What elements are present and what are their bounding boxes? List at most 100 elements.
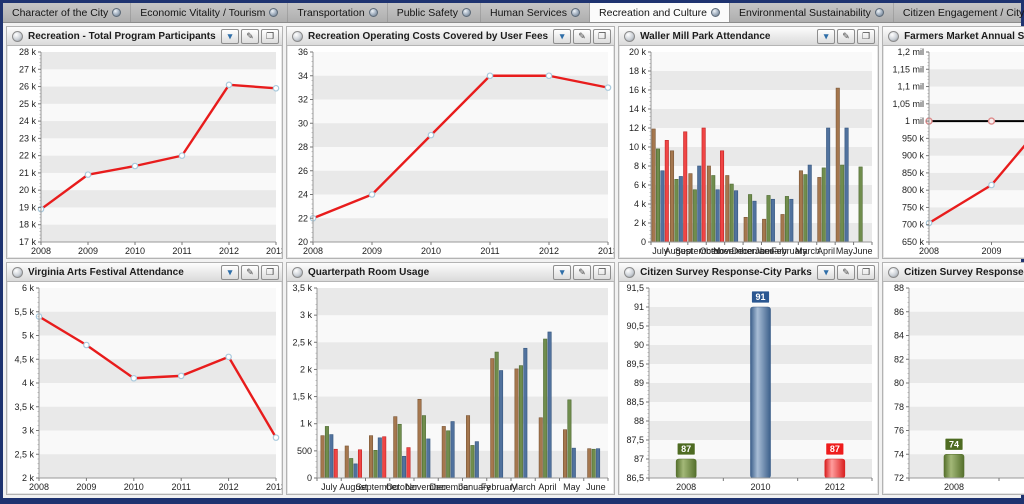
- svg-text:23 k: 23 k: [19, 133, 37, 143]
- svg-text:2,5 k: 2,5 k: [14, 449, 34, 459]
- svg-text:4,5 k: 4,5 k: [14, 354, 34, 364]
- annotate-button[interactable]: ✎: [241, 29, 259, 44]
- svg-text:6 k: 6 k: [634, 180, 647, 190]
- drilldown-icon: ▾: [824, 267, 829, 277]
- chart-canvas[interactable]: 650 k700 k750 k800 k850 k900 k950 k1 mil…: [883, 46, 1024, 258]
- tab-label: Economic Vitality / Tourism: [140, 7, 265, 19]
- panel-title: Citizen Survey Response-Recreation Cente…: [904, 267, 1024, 278]
- chart-canvas[interactable]: 748683727476788082848688200820102012: [883, 282, 1024, 494]
- svg-text:June: June: [586, 482, 606, 492]
- chart-sphere-icon: [292, 31, 303, 42]
- maximize-button[interactable]: ❐: [593, 29, 611, 44]
- chart-sphere-icon: [292, 267, 303, 278]
- drilldown-icon: ▾: [228, 31, 233, 41]
- svg-text:88: 88: [634, 416, 644, 426]
- svg-text:84: 84: [894, 331, 904, 341]
- svg-text:76: 76: [894, 426, 904, 436]
- dashboard-tabbar: Character of the City Economic Vitality …: [3, 3, 1021, 23]
- svg-text:88: 88: [894, 283, 904, 293]
- tab-status-icon: [269, 8, 278, 17]
- svg-text:2009: 2009: [78, 246, 98, 256]
- chart-canvas[interactable]: 87918786,58787,58888,58989,59090,59191,5…: [619, 282, 878, 494]
- svg-text:72: 72: [894, 473, 904, 483]
- chart-canvas[interactable]: 05001 k1,5 k2 k2,5 k3 k3,5 kJulyAugustSe…: [287, 282, 614, 494]
- annotate-button[interactable]: ✎: [837, 29, 855, 44]
- chart-canvas[interactable]: 02 k4 k6 k8 k10 k12 k14 k16 k18 k20 kJul…: [619, 46, 878, 258]
- svg-text:2013: 2013: [598, 246, 614, 256]
- annotate-button[interactable]: ✎: [241, 265, 259, 280]
- tab-label: Transportation: [297, 7, 364, 19]
- svg-text:74: 74: [894, 449, 904, 459]
- svg-text:14 k: 14 k: [629, 104, 647, 114]
- maximize-button[interactable]: ❐: [261, 265, 279, 280]
- tab-environmental-sustainability[interactable]: Environmental Sustainability: [730, 3, 894, 22]
- chart-sphere-icon: [888, 31, 899, 42]
- panel-header: Waller Mill Park Attendance▾✎❐: [619, 27, 878, 46]
- maximize-icon: ❐: [862, 267, 870, 277]
- maximize-button[interactable]: ❐: [261, 29, 279, 44]
- svg-text:3,5 k: 3,5 k: [14, 402, 34, 412]
- drilldown-button[interactable]: ▾: [221, 265, 239, 280]
- svg-text:2008: 2008: [29, 482, 49, 492]
- tab-label: Recreation and Culture: [599, 7, 707, 19]
- panel-title: Quarterpath Room Usage: [308, 267, 548, 278]
- maximize-button[interactable]: ❐: [857, 265, 875, 280]
- chart-canvas[interactable]: 2 k2,5 k3 k3,5 k4 k4,5 k5 k5,5 k6 k20082…: [7, 282, 282, 494]
- svg-text:2008: 2008: [31, 246, 51, 256]
- svg-text:89: 89: [634, 378, 644, 388]
- tab-citizen-engagement-city-governance[interactable]: Citizen Engagement / City Governance: [894, 3, 1024, 22]
- annotate-icon: ✎: [578, 267, 586, 277]
- chart-canvas[interactable]: 17 k18 k19 k20 k21 k22 k23 k24 k25 k26 k…: [7, 46, 282, 258]
- chart-sphere-icon: [624, 267, 635, 278]
- drilldown-button[interactable]: ▾: [221, 29, 239, 44]
- drilldown-button[interactable]: ▾: [553, 265, 571, 280]
- annotate-icon: ✎: [246, 267, 254, 277]
- svg-text:May: May: [836, 246, 854, 256]
- panel-header-buttons: ▾ ✎❐: [817, 29, 875, 44]
- panel-4: Virginia Arts Festival Attendance▾✎❐2 k2…: [6, 262, 283, 495]
- svg-text:78: 78: [894, 402, 904, 412]
- panel-title: Recreation Operating Costs Covered by Us…: [308, 31, 548, 42]
- annotate-button[interactable]: ✎: [837, 265, 855, 280]
- svg-text:2,5 k: 2,5 k: [292, 337, 312, 347]
- tab-economic-vitality-tourism[interactable]: Economic Vitality / Tourism: [131, 3, 288, 22]
- panel-header-buttons: ▾ ✎ ❐: [817, 265, 875, 280]
- tab-recreation-and-culture[interactable]: Recreation and Culture: [590, 3, 730, 22]
- svg-text:27 k: 27 k: [19, 64, 37, 74]
- svg-text:2 k: 2 k: [634, 218, 647, 228]
- panel-header-buttons: ▾ ✎ ❐: [221, 265, 279, 280]
- svg-text:24 k: 24 k: [19, 116, 37, 126]
- svg-text:2008: 2008: [676, 482, 696, 492]
- tab-status-icon: [369, 8, 378, 17]
- annotate-button[interactable]: ✎: [573, 265, 591, 280]
- chart-canvas[interactable]: 2022242628303234362008200920102011201220…: [287, 46, 614, 258]
- drilldown-button[interactable]: ▾: [553, 29, 571, 44]
- drilldown-button[interactable]: ▾: [817, 265, 835, 280]
- panel-title: Farmers Market Annual Sales: [904, 31, 1024, 42]
- panel-header-buttons: ▾ ✎❐: [221, 29, 279, 44]
- drilldown-icon: ▾: [824, 31, 829, 41]
- drilldown-button[interactable]: ▾: [817, 29, 835, 44]
- panel-6: Citizen Survey Response-City Parks▾✎❐879…: [618, 262, 879, 495]
- svg-text:0: 0: [641, 237, 646, 247]
- svg-text:3 k: 3 k: [300, 310, 313, 320]
- tab-transportation[interactable]: Transportation: [288, 3, 387, 22]
- annotate-button[interactable]: ✎: [573, 29, 591, 44]
- panel-3: Farmers Market Annual Sales▾✎❐650 k700 k…: [882, 26, 1024, 259]
- panel-header-buttons: ▾ ✎ ❐: [553, 265, 611, 280]
- svg-text:2008: 2008: [944, 482, 964, 492]
- svg-text:April: April: [538, 482, 556, 492]
- svg-text:80: 80: [894, 378, 904, 388]
- panel-1: Recreation Operating Costs Covered by Us…: [286, 26, 615, 259]
- svg-text:5,5 k: 5,5 k: [14, 307, 34, 317]
- maximize-button[interactable]: ❐: [593, 265, 611, 280]
- tab-character-of-the-city[interactable]: Character of the City: [3, 3, 131, 22]
- tab-public-safety[interactable]: Public Safety: [388, 3, 481, 22]
- maximize-button[interactable]: ❐: [857, 29, 875, 44]
- tab-label: Human Services: [490, 7, 567, 19]
- svg-text:36: 36: [298, 47, 308, 57]
- tab-human-services[interactable]: Human Services: [481, 3, 590, 22]
- svg-text:34: 34: [298, 71, 308, 81]
- panel-header: Recreation - Total Program Participants▾…: [7, 27, 282, 46]
- svg-text:2012: 2012: [539, 246, 559, 256]
